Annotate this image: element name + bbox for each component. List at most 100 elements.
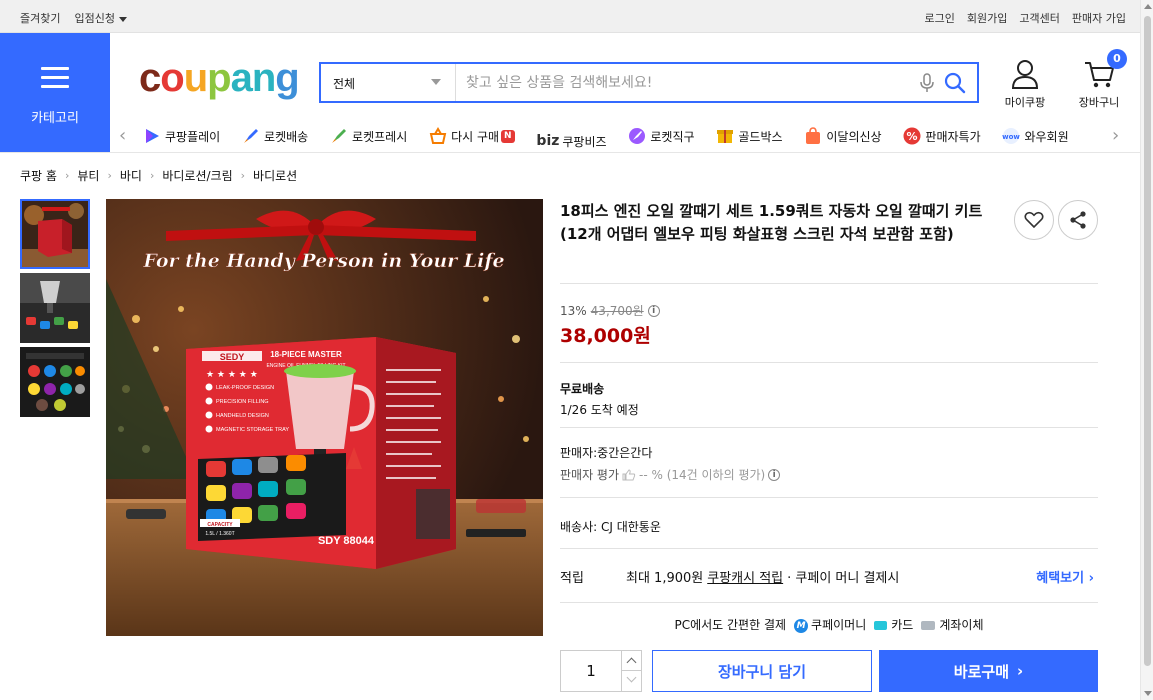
info-icon[interactable]: i: [768, 468, 781, 481]
nav-item-rocket-direct[interactable]: 로켓직구: [628, 124, 695, 148]
svg-text:CAPACITY: CAPACITY: [207, 522, 233, 528]
rocket-icon: [244, 129, 259, 143]
header-divider: [0, 152, 1140, 153]
nav-item-wow-member[interactable]: wow 와우회원: [1002, 124, 1069, 148]
card-icon: [874, 621, 888, 630]
main-product-image[interactable]: For the Handy Person in Your Life SEDY 1…: [106, 199, 543, 636]
search-scope-value: 전체: [333, 77, 356, 91]
seller-apply-link[interactable]: 입점신청: [74, 10, 127, 26]
svg-text:★ ★ ★ ★ ★: ★ ★ ★ ★ ★: [206, 370, 258, 380]
breadcrumb-item[interactable]: 바디로션/크림: [162, 167, 232, 184]
customer-center-link[interactable]: 고객센터: [1019, 10, 1059, 26]
breadcrumb-item[interactable]: 쿠팡 홈: [20, 167, 57, 184]
category-button[interactable]: 카테고리: [0, 33, 110, 152]
thumbs-up-icon: [622, 468, 636, 480]
scroll-down-icon[interactable]: [1144, 691, 1152, 696]
login-link[interactable]: 로그인: [925, 10, 955, 26]
svg-text:MAGNETIC STORAGE TRAY: MAGNETIC STORAGE TRAY: [216, 427, 289, 433]
svg-text:18-PIECE MASTER: 18-PIECE MASTER: [270, 350, 342, 359]
nav-prev-icon[interactable]: ‹: [119, 127, 126, 145]
search-input[interactable]: [466, 72, 906, 94]
reward-label: 적립: [560, 571, 584, 586]
divider: [560, 497, 1098, 498]
carrier: 배송사: CJ 대한통운: [560, 520, 661, 534]
nav-item-rocket-fresh[interactable]: 로켓프레시: [330, 124, 407, 148]
signup-link[interactable]: 회원가입: [967, 10, 1007, 26]
product-title: 18피스 엔진 오일 깔때기 세트 1.59쿼트 자동차 오일 깔때기 키트 (…: [560, 202, 983, 243]
product-box-thumbnail: [22, 201, 88, 267]
quantity-input[interactable]: 1: [561, 651, 621, 691]
rocket-fresh-icon: [332, 129, 347, 143]
chevron-right-icon: ›: [1017, 662, 1024, 680]
cart-count-badge: 0: [1107, 49, 1127, 69]
search-scope-select[interactable]: 전체: [321, 64, 456, 101]
divider: [560, 427, 1098, 428]
buy-now-button[interactable]: 바로구매 ›: [879, 650, 1098, 692]
chevron-up-icon: [626, 657, 637, 668]
scroll-up-icon[interactable]: [1144, 4, 1152, 9]
category-label: 카테고리: [31, 111, 79, 126]
share-icon: [1070, 211, 1086, 229]
product-thumbnail-3[interactable]: [20, 347, 90, 417]
percent-icon: %: [903, 127, 921, 145]
nav-next-icon[interactable]: ›: [1112, 127, 1119, 145]
new-bag-icon: [806, 127, 821, 144]
shipping-title: 무료배송: [560, 382, 605, 396]
rocket-direct-icon: [629, 128, 646, 144]
banner-text: For the Handy Person in Your Life: [142, 250, 504, 272]
seller-rating-label: 판매자 평가: [560, 468, 620, 482]
divider: [560, 362, 1098, 363]
discount-row: 13% 43,700원 i: [560, 302, 660, 319]
seller-name[interactable]: 판매자:중간은간다: [560, 444, 652, 461]
caret-down-icon: [118, 16, 127, 22]
nav-item-gold-box[interactable]: 골드박스: [716, 124, 783, 148]
svg-text:%: %: [907, 130, 918, 143]
add-to-cart-button[interactable]: 장바구니 담기: [652, 650, 872, 692]
payment-coupay-money: M 쿠페이머니: [794, 616, 866, 633]
coupang-logo[interactable]: coupang: [139, 56, 300, 101]
top-utility-bar: 즐겨찾기 입점신청 로그인 회원가입 고객센터 판매자 가입: [0, 0, 1140, 33]
quantity-decrease-button[interactable]: [621, 671, 642, 691]
info-icon[interactable]: i: [647, 304, 660, 317]
favorites-link[interactable]: 즐겨찾기: [20, 10, 60, 26]
seller-signup-link[interactable]: 판매자 가입: [1072, 10, 1126, 26]
share-button[interactable]: [1058, 200, 1098, 240]
microphone-icon[interactable]: [919, 73, 935, 93]
breadcrumb-item[interactable]: 바디: [120, 167, 142, 184]
product-thumbnail-1[interactable]: [20, 199, 90, 269]
nav-item-seller-deals[interactable]: % 판매자특가: [903, 124, 981, 148]
page-scrollbar[interactable]: [1140, 0, 1153, 700]
payment-card: 카드: [874, 616, 913, 633]
gold-box-icon: [717, 130, 734, 143]
coupang-cash-link[interactable]: 쿠팡캐시 적립: [707, 567, 783, 586]
reward-amount: 최대 1,900원: [626, 571, 704, 586]
chevron-right-icon: ›: [240, 169, 246, 182]
nav-item-coupang-biz[interactable]: biz 쿠팡비즈: [536, 129, 606, 148]
svg-text:1.5L / 1.360T: 1.5L / 1.360T: [205, 531, 234, 537]
quantity-increase-button[interactable]: [621, 651, 642, 671]
nav-item-rebuy[interactable]: 다시 구매 N: [429, 124, 515, 148]
shortcut-nav: ‹ 쿠팡플레이 로켓배송 로켓프레시 다시 구매 N biz 쿠팡비즈 로켓직구 …: [115, 124, 1130, 149]
payment-methods: PC에서도 간편한 결제 M 쿠페이머니 카드 계좌이체: [560, 616, 1098, 633]
benefits-link[interactable]: 혜택보기 ›: [1036, 567, 1094, 586]
mypage-button[interactable]: 마이쿠팡: [995, 58, 1055, 110]
favorite-button[interactable]: [1014, 200, 1054, 240]
biz-icon: biz: [536, 133, 560, 148]
scrollbar-thumb[interactable]: [1144, 16, 1151, 666]
product-thumbnail-2[interactable]: [20, 273, 90, 343]
nav-item-coupang-play[interactable]: 쿠팡플레이: [143, 124, 220, 148]
divider: [560, 602, 1098, 603]
nav-item-rocket-delivery[interactable]: 로켓배송: [242, 124, 308, 148]
reward-condition: · 쿠페이 머니 결제시: [787, 571, 900, 586]
cart-button[interactable]: 장바구니 0: [1069, 49, 1129, 110]
hamburger-icon: [41, 67, 69, 94]
breadcrumb-item[interactable]: 뷰티: [77, 167, 99, 184]
nav-item-new-arrivals[interactable]: 이달의신상: [804, 124, 882, 148]
breadcrumb-item[interactable]: 바디로션: [253, 167, 297, 184]
svg-text:HANDHELD DESIGN: HANDHELD DESIGN: [216, 413, 269, 419]
divider: [560, 548, 1098, 549]
chevron-right-icon: ›: [107, 169, 112, 182]
reward-row: 적립 최대 1,900원 쿠팡캐시 적립 · 쿠페이 머니 결제시 혜택보기 ›: [560, 567, 1098, 586]
search-icon[interactable]: [943, 71, 967, 95]
new-badge: N: [501, 129, 515, 143]
